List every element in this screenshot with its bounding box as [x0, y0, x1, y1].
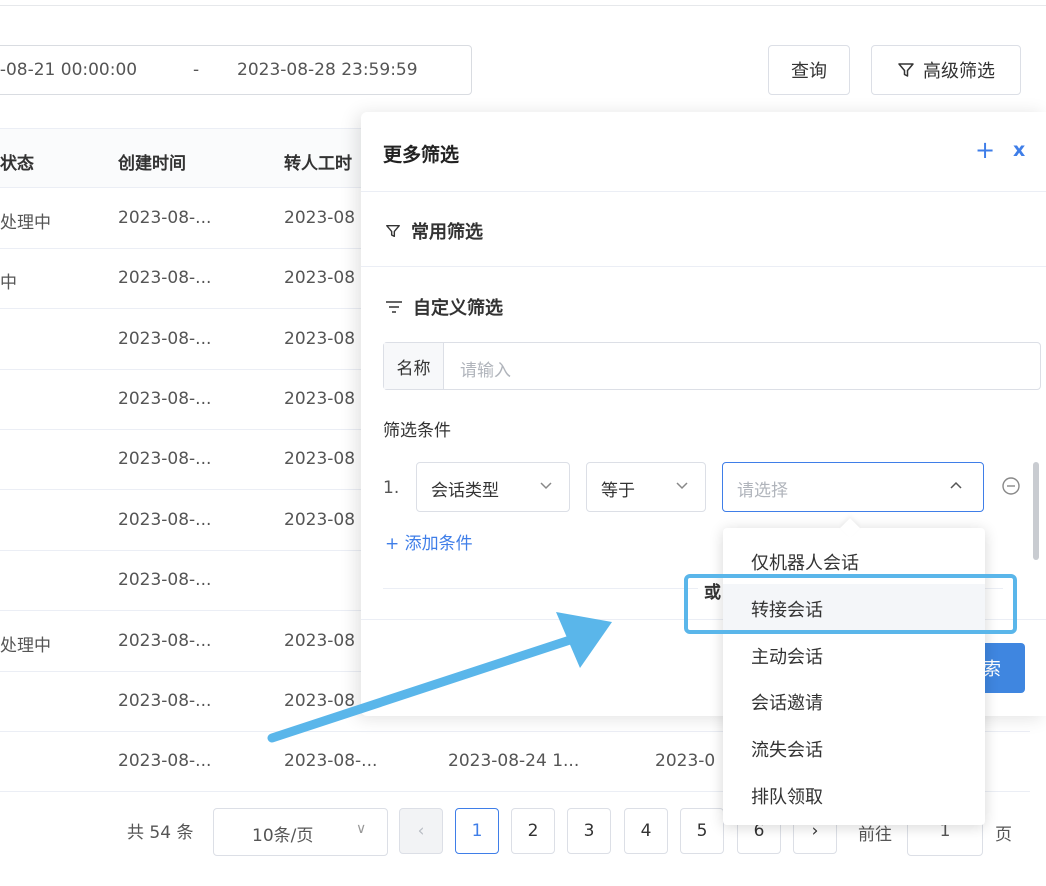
- date-range-picker[interactable]: 3-08-21 00:00:00 - 2023-08-28 23:59:59: [0, 45, 472, 95]
- cell-transfer: 2023-08: [284, 510, 356, 530]
- name-field[interactable]: 名称 请输入: [383, 342, 1041, 390]
- cell-created: 2023-08-...: [118, 570, 212, 590]
- condition-field-select[interactable]: 会话类型: [416, 462, 570, 512]
- custom-filter-title: 自定义筛选: [413, 298, 503, 319]
- column-header-status: 状态: [0, 154, 34, 174]
- page-number: 2: [527, 821, 539, 841]
- chevron-down-icon: ∨: [356, 821, 367, 837]
- dropdown-option[interactable]: 主动会话: [723, 631, 985, 677]
- condition-value-select[interactable]: 请选择: [722, 462, 984, 512]
- column-header-transfer: 转人工时: [284, 154, 352, 174]
- cell-created: 2023-08-...: [118, 449, 212, 469]
- cell-created: 2023-08-...: [118, 389, 212, 409]
- condition-operator-select[interactable]: 等于: [586, 462, 706, 512]
- page-number: 5: [696, 821, 708, 841]
- total-count: 共 54 条: [127, 823, 194, 843]
- chevron-left-icon: ‹: [417, 821, 425, 841]
- cell-created: 2023-08-...: [118, 329, 212, 349]
- cell-transfer: 2023-08: [284, 268, 356, 288]
- cell-status: 处理中: [0, 213, 51, 233]
- dropdown-option[interactable]: 排队领取: [723, 771, 985, 817]
- cell-transfer: 2023-08-...: [284, 751, 378, 771]
- common-filter-section[interactable]: 常用筛选: [385, 218, 483, 244]
- page-suffix: 页: [995, 825, 1012, 845]
- page-number: 1: [471, 821, 483, 841]
- chevron-down-icon: [539, 477, 553, 497]
- prev-page-button[interactable]: ‹: [399, 808, 443, 854]
- cell-transfer: 2023-08: [284, 208, 356, 228]
- page-button-1[interactable]: 1: [455, 808, 499, 854]
- cell-transfer: 2023-08: [284, 691, 356, 711]
- common-filter-title: 常用筛选: [411, 222, 483, 243]
- condition-field-value: 会话类型: [431, 481, 499, 501]
- drawer-title: 更多筛选: [383, 144, 460, 166]
- cell-transfer: 2023-08: [284, 389, 356, 409]
- dropdown-option[interactable]: 流失会话: [723, 724, 985, 770]
- page-size-value: 10条/页: [252, 826, 314, 846]
- cell-status: 中: [0, 273, 17, 293]
- column-header-created: 创建时间: [118, 154, 186, 174]
- query-button-label: 查询: [791, 61, 827, 82]
- close-icon[interactable]: x: [1013, 139, 1025, 161]
- cell-transfer: 2023-08: [284, 631, 356, 651]
- page-button-2[interactable]: 2: [511, 808, 555, 854]
- condition-value-placeholder: 请选择: [737, 481, 788, 501]
- page-button-4[interactable]: 4: [624, 808, 668, 854]
- name-placeholder: 请输入: [460, 361, 511, 381]
- cell-created: 2023-08-...: [118, 751, 212, 771]
- chevron-up-icon: [949, 477, 963, 497]
- chevron-down-icon: [675, 477, 689, 497]
- filter-icon: [386, 224, 400, 238]
- filter-icon: [898, 63, 914, 77]
- sort-lines-icon: [386, 301, 402, 313]
- drawer-scrollbar[interactable]: [1033, 462, 1039, 560]
- date-separator: -: [193, 60, 200, 80]
- cell-created: 2023-08-...: [118, 691, 212, 711]
- date-end[interactable]: 2023-08-28 23:59:59: [237, 60, 418, 80]
- add-condition-button[interactable]: + 添加条件: [385, 529, 473, 554]
- divider: [361, 266, 1046, 267]
- cell-column-5: 2023-0: [655, 751, 716, 771]
- condition-operator-value: 等于: [601, 481, 635, 501]
- add-icon[interactable]: +: [975, 136, 995, 164]
- search-button-label: 索: [983, 659, 1001, 680]
- value-dropdown: 仅机器人会话 转接会话 主动会话 会话邀请 流失会话 排队领取: [723, 518, 985, 825]
- page-number: 4: [640, 821, 652, 841]
- advanced-filter-label: 高级筛选: [923, 61, 995, 82]
- divider: [361, 191, 1046, 192]
- annotation-highlight-box: [684, 574, 1017, 634]
- page-size-select[interactable]: 10条/页 ∨: [213, 808, 388, 856]
- cell-status: 处理中: [0, 636, 51, 656]
- remove-condition-icon[interactable]: [1001, 476, 1021, 496]
- query-button[interactable]: 查询: [768, 45, 850, 95]
- cell-created: 2023-08-...: [118, 510, 212, 530]
- page-button-5[interactable]: 5: [680, 808, 724, 854]
- cell-created: 2023-08-...: [118, 268, 212, 288]
- cell-created: 2023-08-...: [118, 208, 212, 228]
- conditions-label: 筛选条件: [383, 421, 451, 441]
- custom-filter-section: 自定义筛选: [385, 294, 503, 320]
- cell-transfer: 2023-08: [284, 329, 356, 349]
- page-button-3[interactable]: 3: [567, 808, 611, 854]
- page-number: 3: [583, 821, 595, 841]
- top-divider: [0, 0, 1046, 6]
- cell-transfer: 2023-08: [284, 449, 356, 469]
- date-start[interactable]: 3-08-21 00:00:00: [0, 60, 137, 80]
- cell-column-4: 2023-08-24 1...: [448, 751, 580, 771]
- dropdown-option[interactable]: 会话邀请: [723, 677, 985, 723]
- name-label: 名称: [384, 343, 444, 389]
- cell-created: 2023-08-...: [118, 631, 212, 651]
- condition-number: 1.: [383, 478, 400, 498]
- advanced-filter-button[interactable]: 高级筛选: [871, 45, 1021, 95]
